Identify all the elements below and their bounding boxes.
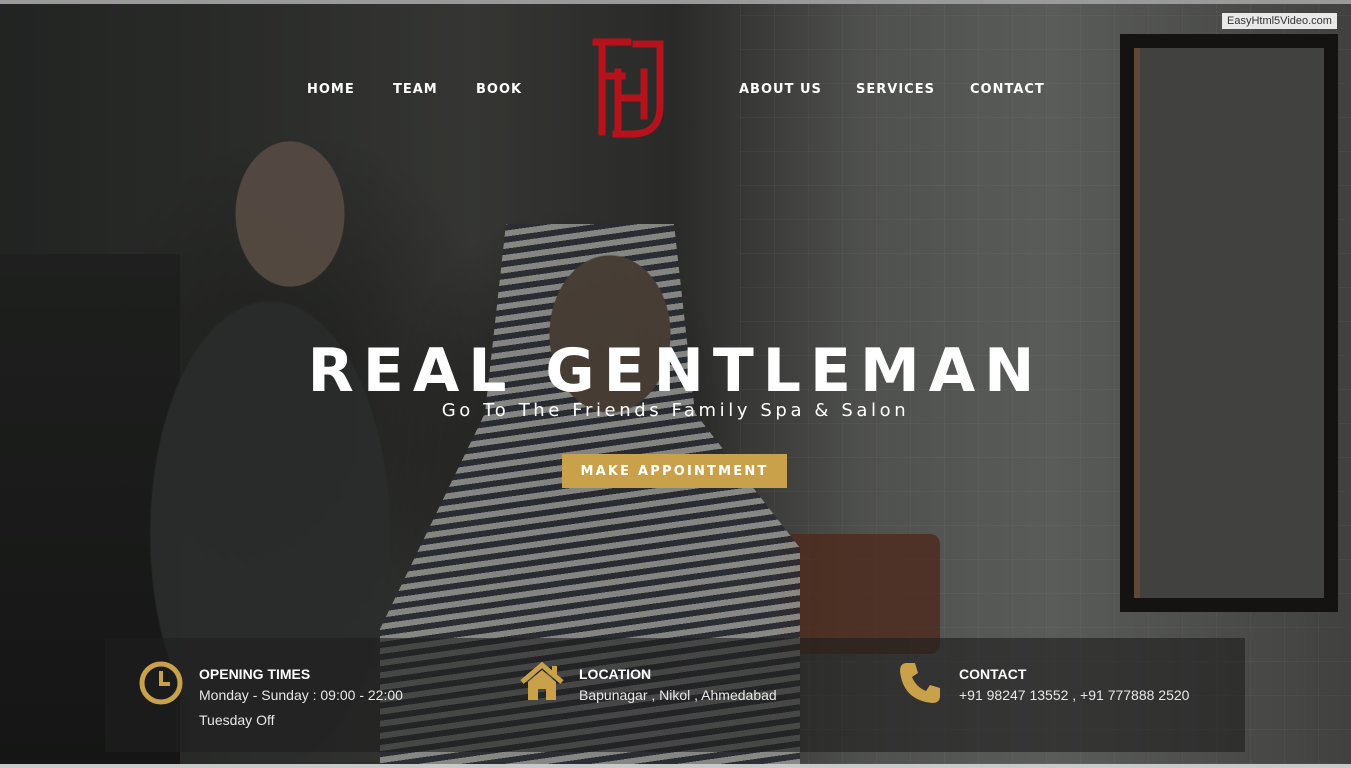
nav-about-us[interactable]: ABOUT US [739, 82, 822, 97]
fhs-monogram-logo[interactable] [588, 36, 672, 140]
location-block: LOCATION Bapunagar , Nikol , Ahmedabad [485, 638, 865, 752]
info-bar: OPENING TIMES Monday - Sunday : 09:00 - … [105, 638, 1245, 752]
clock-icon [138, 660, 184, 706]
nav-team[interactable]: TEAM [393, 82, 438, 97]
bottom-strip [0, 764, 1351, 768]
nav-contact[interactable]: CONTACT [970, 82, 1045, 97]
location-title: LOCATION [579, 666, 652, 682]
opening-times-hours: Monday - Sunday : 09:00 - 22:00 [199, 687, 403, 703]
nav-home[interactable]: HOME [307, 82, 355, 97]
nav-services[interactable]: SERVICES [856, 82, 935, 97]
page: EasyHtml5Video.com HOME TEAM BOOK ABOUT … [0, 0, 1351, 768]
contact-phone-numbers[interactable]: +91 98247 13552 , +91 777888 2520 [959, 687, 1189, 703]
logo-svg [592, 38, 664, 138]
contact-block: CONTACT +91 98247 13552 , +91 777888 252… [865, 638, 1245, 752]
hero-subtitle: Go To The Friends Family Spa & Salon [441, 400, 910, 421]
opening-times-title: OPENING TIMES [199, 666, 311, 682]
make-appointment-button[interactable]: MAKE APPOINTMENT [562, 454, 787, 488]
nav-book[interactable]: BOOK [476, 82, 522, 97]
home-icon [519, 660, 565, 706]
location-address: Bapunagar , Nikol , Ahmedabad [579, 687, 777, 703]
watermark[interactable]: EasyHtml5Video.com [1222, 13, 1337, 29]
opening-times-closed-day: Tuesday Off [199, 712, 275, 728]
opening-times-block: OPENING TIMES Monday - Sunday : 09:00 - … [105, 638, 485, 752]
phone-icon [897, 660, 943, 706]
main-nav: HOME TEAM BOOK ABOUT US SERVICES CONTACT [0, 82, 1351, 102]
hero-title: REAL GENTLEMAN [307, 336, 1044, 406]
contact-title: CONTACT [959, 666, 1027, 682]
